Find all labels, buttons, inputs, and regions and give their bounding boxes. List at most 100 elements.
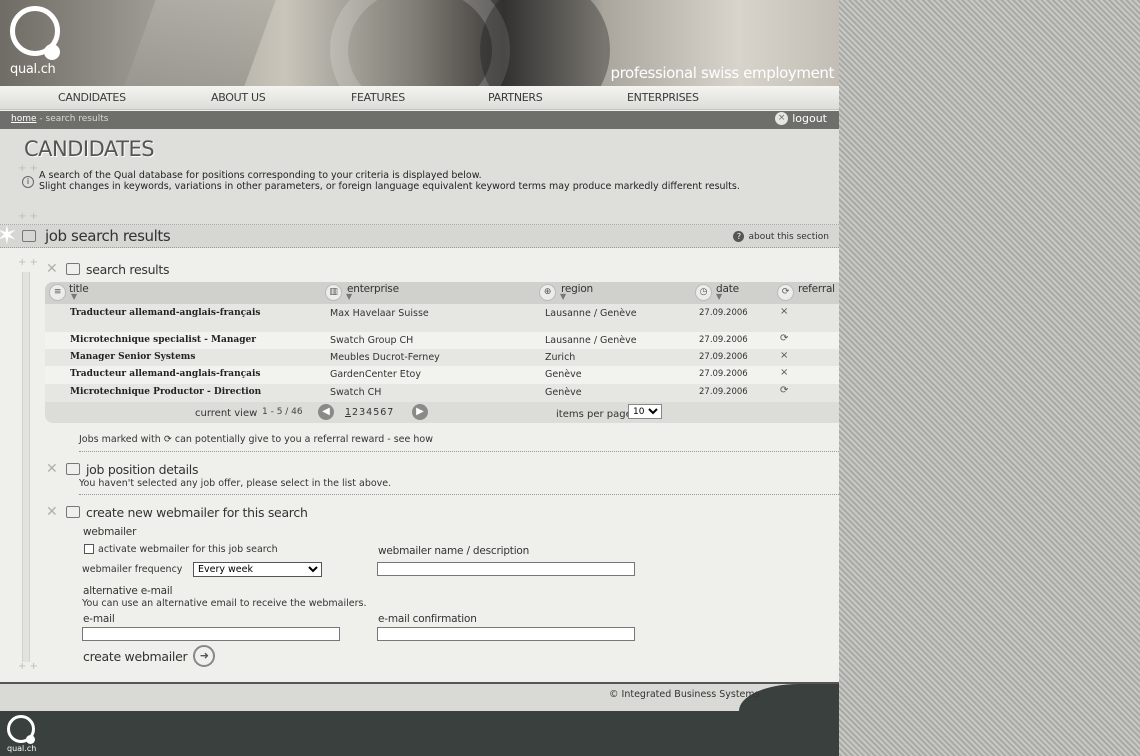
email-label: e-mail — [83, 613, 115, 625]
breadcrumb-bar: home - search results × logout — [0, 111, 839, 129]
logo-dot-icon — [26, 735, 35, 744]
table-row[interactable]: Microtechnique Productor - Direction Swa… — [45, 384, 839, 402]
logo-dot-icon — [44, 44, 60, 60]
about-section-label: about this section — [748, 231, 829, 242]
no-referral-icon: × — [780, 367, 789, 378]
banner-decoration — [124, 0, 276, 86]
divider — [79, 494, 839, 496]
referral-reward-icon: ⟳ — [163, 434, 172, 445]
divider — [79, 451, 839, 453]
plus-decoration: + + — [18, 257, 38, 268]
items-per-page-select[interactable]: 10 — [628, 404, 662, 419]
nav-enterprises[interactable]: ENTERPRISES — [627, 91, 699, 104]
prev-page-button[interactable]: ◀ — [318, 404, 334, 420]
intro-text-line-2: Slight changes in keywords, variations i… — [39, 181, 740, 192]
row-title[interactable]: Microtechnique specialist - Manager — [70, 335, 256, 345]
email-confirm-input[interactable] — [377, 627, 635, 641]
no-referral-icon: × — [780, 306, 789, 317]
pagination-bar: current view 1 - 5 / 46 ◀ 1234567 ▶ item… — [45, 402, 839, 423]
current-view-range: 1 - 5 / 46 — [262, 407, 303, 417]
referral-reward-icon: ⟳ — [780, 385, 789, 396]
breadcrumb-current: search results — [45, 114, 109, 124]
create-webmailer-button[interactable]: create webmailer ➜ — [83, 645, 216, 667]
row-title[interactable]: Traducteur allemand-anglais-français — [70, 308, 260, 318]
page-link-4[interactable]: 4 — [366, 407, 372, 418]
row-region: Lausanne / Genève — [545, 335, 637, 346]
webmailer-name-input[interactable] — [377, 562, 635, 576]
row-enterprise: GardenCenter Etoy — [330, 369, 421, 380]
row-title[interactable]: Microtechnique Productor - Direction — [70, 387, 261, 397]
referral-note: Jobs marked with ⟳ can potentially give … — [79, 434, 433, 445]
globe-icon: ⊕ — [539, 284, 556, 301]
side-rail — [22, 272, 30, 662]
table-row[interactable]: Manager Senior Systems Meubles Ducrot-Fe… — [45, 349, 839, 366]
title-icon: ≡ — [49, 284, 66, 301]
breadcrumb-separator: - — [36, 114, 46, 124]
page-link-5[interactable]: 5 — [373, 407, 379, 418]
qual-logo[interactable]: qual.ch — [8, 6, 64, 78]
nav-about-us[interactable]: ABOUT US — [211, 91, 266, 104]
next-page-button[interactable]: ▶ — [412, 404, 428, 420]
about-section-link[interactable]: ? about this section — [733, 231, 829, 242]
nav-partners[interactable]: PARTNERS — [488, 91, 543, 104]
person-search-icon — [66, 463, 80, 475]
referral-note-link[interactable]: can potentially give to you a referral r… — [175, 434, 433, 445]
email-input[interactable] — [82, 627, 340, 641]
search-folder-icon — [22, 230, 36, 242]
row-title[interactable]: Manager Senior Systems — [70, 352, 195, 362]
logout-button[interactable]: × logout — [775, 112, 827, 125]
referral-reward-icon: ⟳ — [780, 333, 789, 344]
job-details-title: job position details — [86, 461, 199, 477]
plus-decoration: + + — [18, 163, 38, 174]
collapse-icon[interactable]: ✕ — [46, 261, 60, 277]
no-referral-icon: × — [780, 350, 789, 361]
items-per-page-label: items per page — [556, 409, 632, 420]
job-details-heading: ✕ job position details — [46, 461, 198, 477]
page-link-3[interactable]: 3 — [359, 407, 365, 418]
table-row[interactable]: Microtechnique specialist - Manager Swat… — [45, 332, 839, 349]
webmailer-heading: ✕ create new webmailer for this search — [46, 504, 308, 520]
sort-arrow-icon: ▼ — [560, 292, 566, 301]
row-region: Genève — [545, 387, 582, 398]
copyright: © Integrated Business Systems — [609, 689, 760, 700]
row-region: Genève — [545, 369, 582, 380]
logo-text: qual.ch — [10, 62, 56, 77]
alt-email-text: You can use an alternative email to rece… — [82, 598, 367, 609]
row-date: 27.09.2006 — [699, 369, 748, 379]
sort-arrow-icon: ▼ — [716, 292, 722, 301]
row-region: Lausanne / Genève — [545, 308, 637, 319]
building-icon: ▥ — [325, 284, 342, 301]
row-title[interactable]: Traducteur allemand-anglais-français — [70, 369, 260, 379]
collapse-icon[interactable]: ✕ — [46, 461, 60, 477]
logout-label: logout — [792, 112, 827, 125]
tagline: professional swiss employment — [610, 64, 834, 82]
copyright-text: Integrated Business Systems — [621, 689, 760, 700]
star-icon: ✶ — [0, 221, 18, 251]
row-date: 27.09.2006 — [699, 308, 748, 318]
breadcrumb-home-link[interactable]: home — [11, 114, 37, 124]
main-nav: CANDIDATES ABOUT US FEATURES PARTNERS EN… — [0, 86, 839, 110]
nav-features[interactable]: FEATURES — [351, 91, 405, 104]
page-link-6[interactable]: 6 — [380, 407, 386, 418]
plus-decoration: + + — [18, 661, 38, 672]
frequency-select[interactable]: Every week — [193, 562, 322, 577]
section-title: job search results — [45, 227, 171, 245]
table-row[interactable]: Traducteur allemand-anglais-français Max… — [45, 304, 839, 332]
nav-candidates[interactable]: CANDIDATES — [58, 91, 126, 104]
row-enterprise: Meubles Ducrot-Ferney — [330, 352, 440, 363]
create-webmailer-label: create webmailer — [83, 648, 188, 664]
webmailer-title: create new webmailer for this search — [86, 504, 308, 520]
page-link-1[interactable]: 1 — [345, 407, 351, 418]
page-link-7[interactable]: 7 — [387, 407, 393, 418]
page-link-2[interactable]: 2 — [352, 407, 358, 418]
activate-webmailer-checkbox[interactable] — [84, 544, 94, 554]
collapse-icon[interactable]: ✕ — [46, 504, 60, 520]
sort-arrow-icon: ▼ — [346, 292, 352, 301]
referral-note-text: Jobs marked with — [79, 434, 161, 445]
activate-webmailer-label: activate webmailer for this job search — [98, 544, 278, 555]
job-details-message: You haven't selected any job offer, plea… — [79, 478, 392, 489]
table-row[interactable]: Traducteur allemand-anglais-français Gar… — [45, 366, 839, 384]
section-header: ✶ job search results ? about this sectio… — [0, 221, 839, 251]
footer-logo[interactable]: qual.ch — [7, 715, 41, 755]
row-enterprise: Swatch Group CH — [330, 335, 414, 346]
